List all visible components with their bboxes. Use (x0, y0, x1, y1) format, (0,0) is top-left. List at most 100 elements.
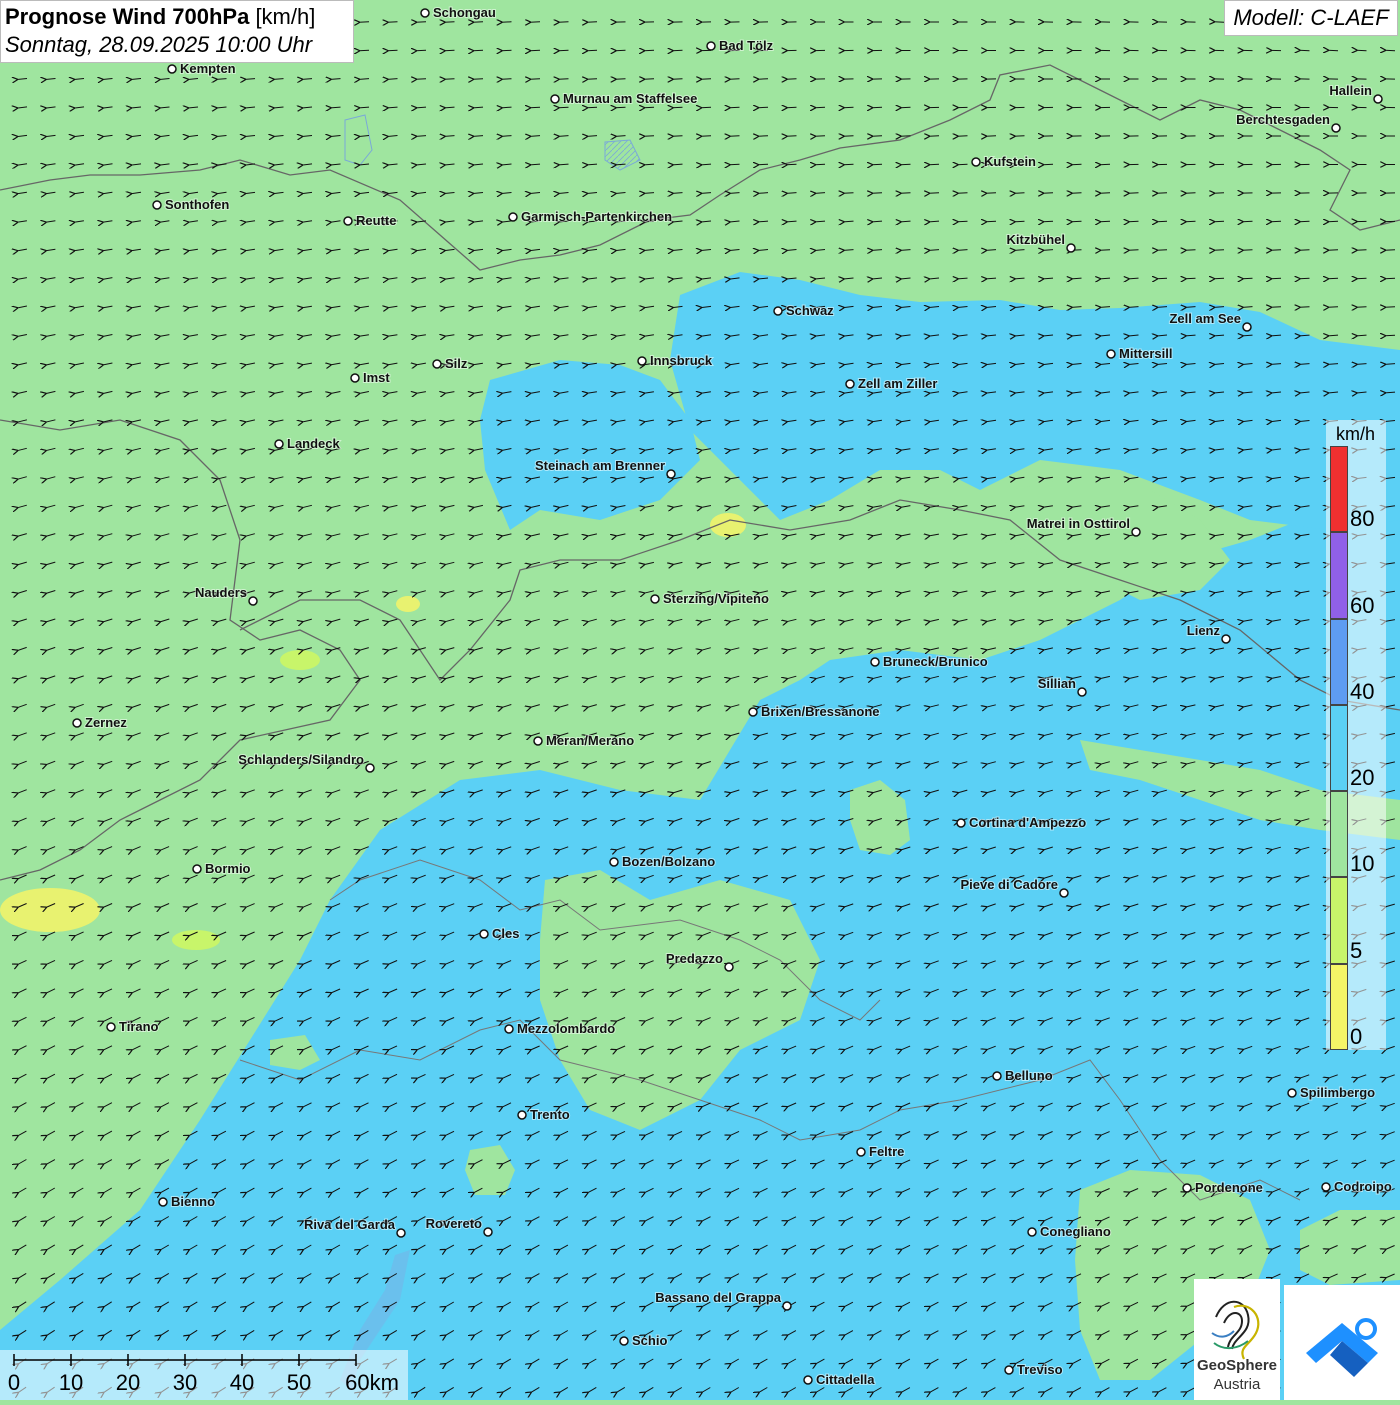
wind-arrow (616, 107, 626, 108)
city-dot (397, 1229, 405, 1237)
scale-label: 40 (230, 1370, 254, 1396)
wind-arrow (1157, 278, 1167, 279)
city-label: Spilimbergo (1300, 1085, 1375, 1100)
city-dot (857, 1148, 865, 1156)
city-innsbruck[interactable]: Innsbruck (638, 353, 713, 368)
wind-arrow (986, 193, 996, 194)
city-dot (480, 930, 488, 938)
city-label: Conegliano (1040, 1224, 1111, 1239)
wind-arrow (1271, 307, 1281, 308)
city-sterzing-vipiteno[interactable]: Sterzing/Vipiteno (651, 591, 769, 606)
legend-swatch (1330, 705, 1348, 791)
speed-area-5-10-a (0, 888, 100, 932)
city-mezzolombardo[interactable]: Mezzolombardo (505, 1021, 615, 1036)
wind-arrow (673, 136, 683, 137)
city-label: Sonthofen (165, 197, 229, 212)
city-murnau-am-staffelsee[interactable]: Murnau am Staffelsee (551, 91, 697, 106)
city-label: Riva del Garda (304, 1217, 396, 1232)
city-dot (667, 470, 675, 478)
city-dot (421, 9, 429, 17)
scale-label: 10 (59, 1370, 83, 1396)
city-pordenone[interactable]: Pordenone (1183, 1180, 1263, 1195)
wind-arrow (1043, 221, 1053, 222)
wind-arrow (530, 107, 540, 108)
city-label: Meran/Merano (546, 733, 634, 748)
geosphere-logo[interactable]: GeoSphere Austria (1194, 1279, 1280, 1400)
city-label: Kufstein (984, 154, 1036, 169)
city-bozen-bolzano[interactable]: Bozen/Bolzano (610, 854, 715, 869)
speed-area-5-10-c (710, 513, 746, 537)
wind-arrow (929, 193, 939, 194)
city-dot (1132, 528, 1140, 536)
city-sonthofen[interactable]: Sonthofen (153, 197, 229, 212)
city-bruneck-brunico[interactable]: Bruneck/Brunico (871, 654, 988, 669)
scale-label: 60km (345, 1370, 399, 1396)
city-label: Feltre (869, 1144, 904, 1159)
city-dot (610, 858, 618, 866)
legend-colorbar (1330, 446, 1348, 1050)
wind-arrow (644, 136, 654, 137)
city-meran-merano[interactable]: Meran/Merano (534, 733, 634, 748)
city-label: Zernez (85, 715, 127, 730)
wind-arrow (359, 22, 369, 23)
scale-bar: 0102030405060km (0, 1350, 408, 1400)
scale-label: 30 (173, 1370, 197, 1396)
city-label: Kitzbühel (1007, 232, 1066, 247)
city-label: Steinach am Brenner (535, 458, 665, 473)
city-label: Bozen/Bolzano (622, 854, 715, 869)
wind-arrow (502, 79, 512, 80)
city-dot (484, 1228, 492, 1236)
city-label: Bad Tölz (719, 38, 774, 53)
legend-swatch (1330, 619, 1348, 705)
city-label: Lienz (1187, 623, 1221, 638)
wind-arrow (1385, 335, 1395, 336)
city-label: Tirano (119, 1019, 159, 1034)
wind-arrow (901, 164, 911, 165)
wind-arrow (1243, 278, 1253, 279)
city-dot (1332, 124, 1340, 132)
city-dot (774, 307, 782, 315)
wind-arrow (872, 164, 882, 165)
legend-swatch (1330, 532, 1348, 618)
wind-arrow (986, 221, 996, 222)
wind-arrow (1129, 221, 1139, 222)
city-schongau[interactable]: Schongau (421, 5, 496, 20)
city-dot (509, 213, 517, 221)
city-dot (1060, 889, 1068, 897)
wind-arrow (1385, 307, 1395, 308)
wind-arrow (359, 50, 369, 51)
city-spilimbergo[interactable]: Spilimbergo (1288, 1085, 1375, 1100)
city-cortina-d-ampezzo[interactable]: Cortina d'Ampezzo (957, 815, 1086, 830)
city-dot (1107, 350, 1115, 358)
speed-legend: km/h 051020406080 (1326, 420, 1386, 1050)
city-label: Zell am See (1169, 311, 1241, 326)
weather-app-logo[interactable] (1284, 1285, 1400, 1400)
city-label: Treviso (1017, 1362, 1063, 1377)
wind-arrow (1214, 278, 1224, 279)
scale-label: 20 (116, 1370, 140, 1396)
city-dot (275, 440, 283, 448)
city-garmisch-partenkirchen[interactable]: Garmisch-Partenkirchen (509, 209, 672, 224)
wind-arrow (844, 164, 854, 165)
city-dot (351, 374, 359, 382)
city-conegliano[interactable]: Conegliano (1028, 1224, 1111, 1239)
wind-arrow (787, 136, 797, 137)
city-zell-am-ziller[interactable]: Zell am Ziller (846, 376, 937, 391)
wind-arrow (730, 164, 740, 165)
city-label: Bormio (205, 861, 251, 876)
speed-area-5-10-b (280, 650, 320, 670)
city-label: Silz (445, 356, 468, 371)
city-label: Matrei in Osttirol (1027, 516, 1130, 531)
city-label: Hallein (1329, 83, 1372, 98)
wind-arrow (1015, 193, 1025, 194)
city-dot (1183, 1184, 1191, 1192)
city-label: Berchtesgaden (1236, 112, 1330, 127)
legend-swatch (1330, 877, 1348, 963)
city-label: Codroipo (1334, 1179, 1392, 1194)
legend-tick-label: 60 (1350, 593, 1374, 619)
city-brixen-bressanone[interactable]: Brixen/Bressanone (749, 704, 880, 719)
wind-arrow (958, 193, 968, 194)
wind-arrow (872, 193, 882, 194)
wind-arrow (1300, 307, 1310, 308)
city-dot (1374, 95, 1382, 103)
